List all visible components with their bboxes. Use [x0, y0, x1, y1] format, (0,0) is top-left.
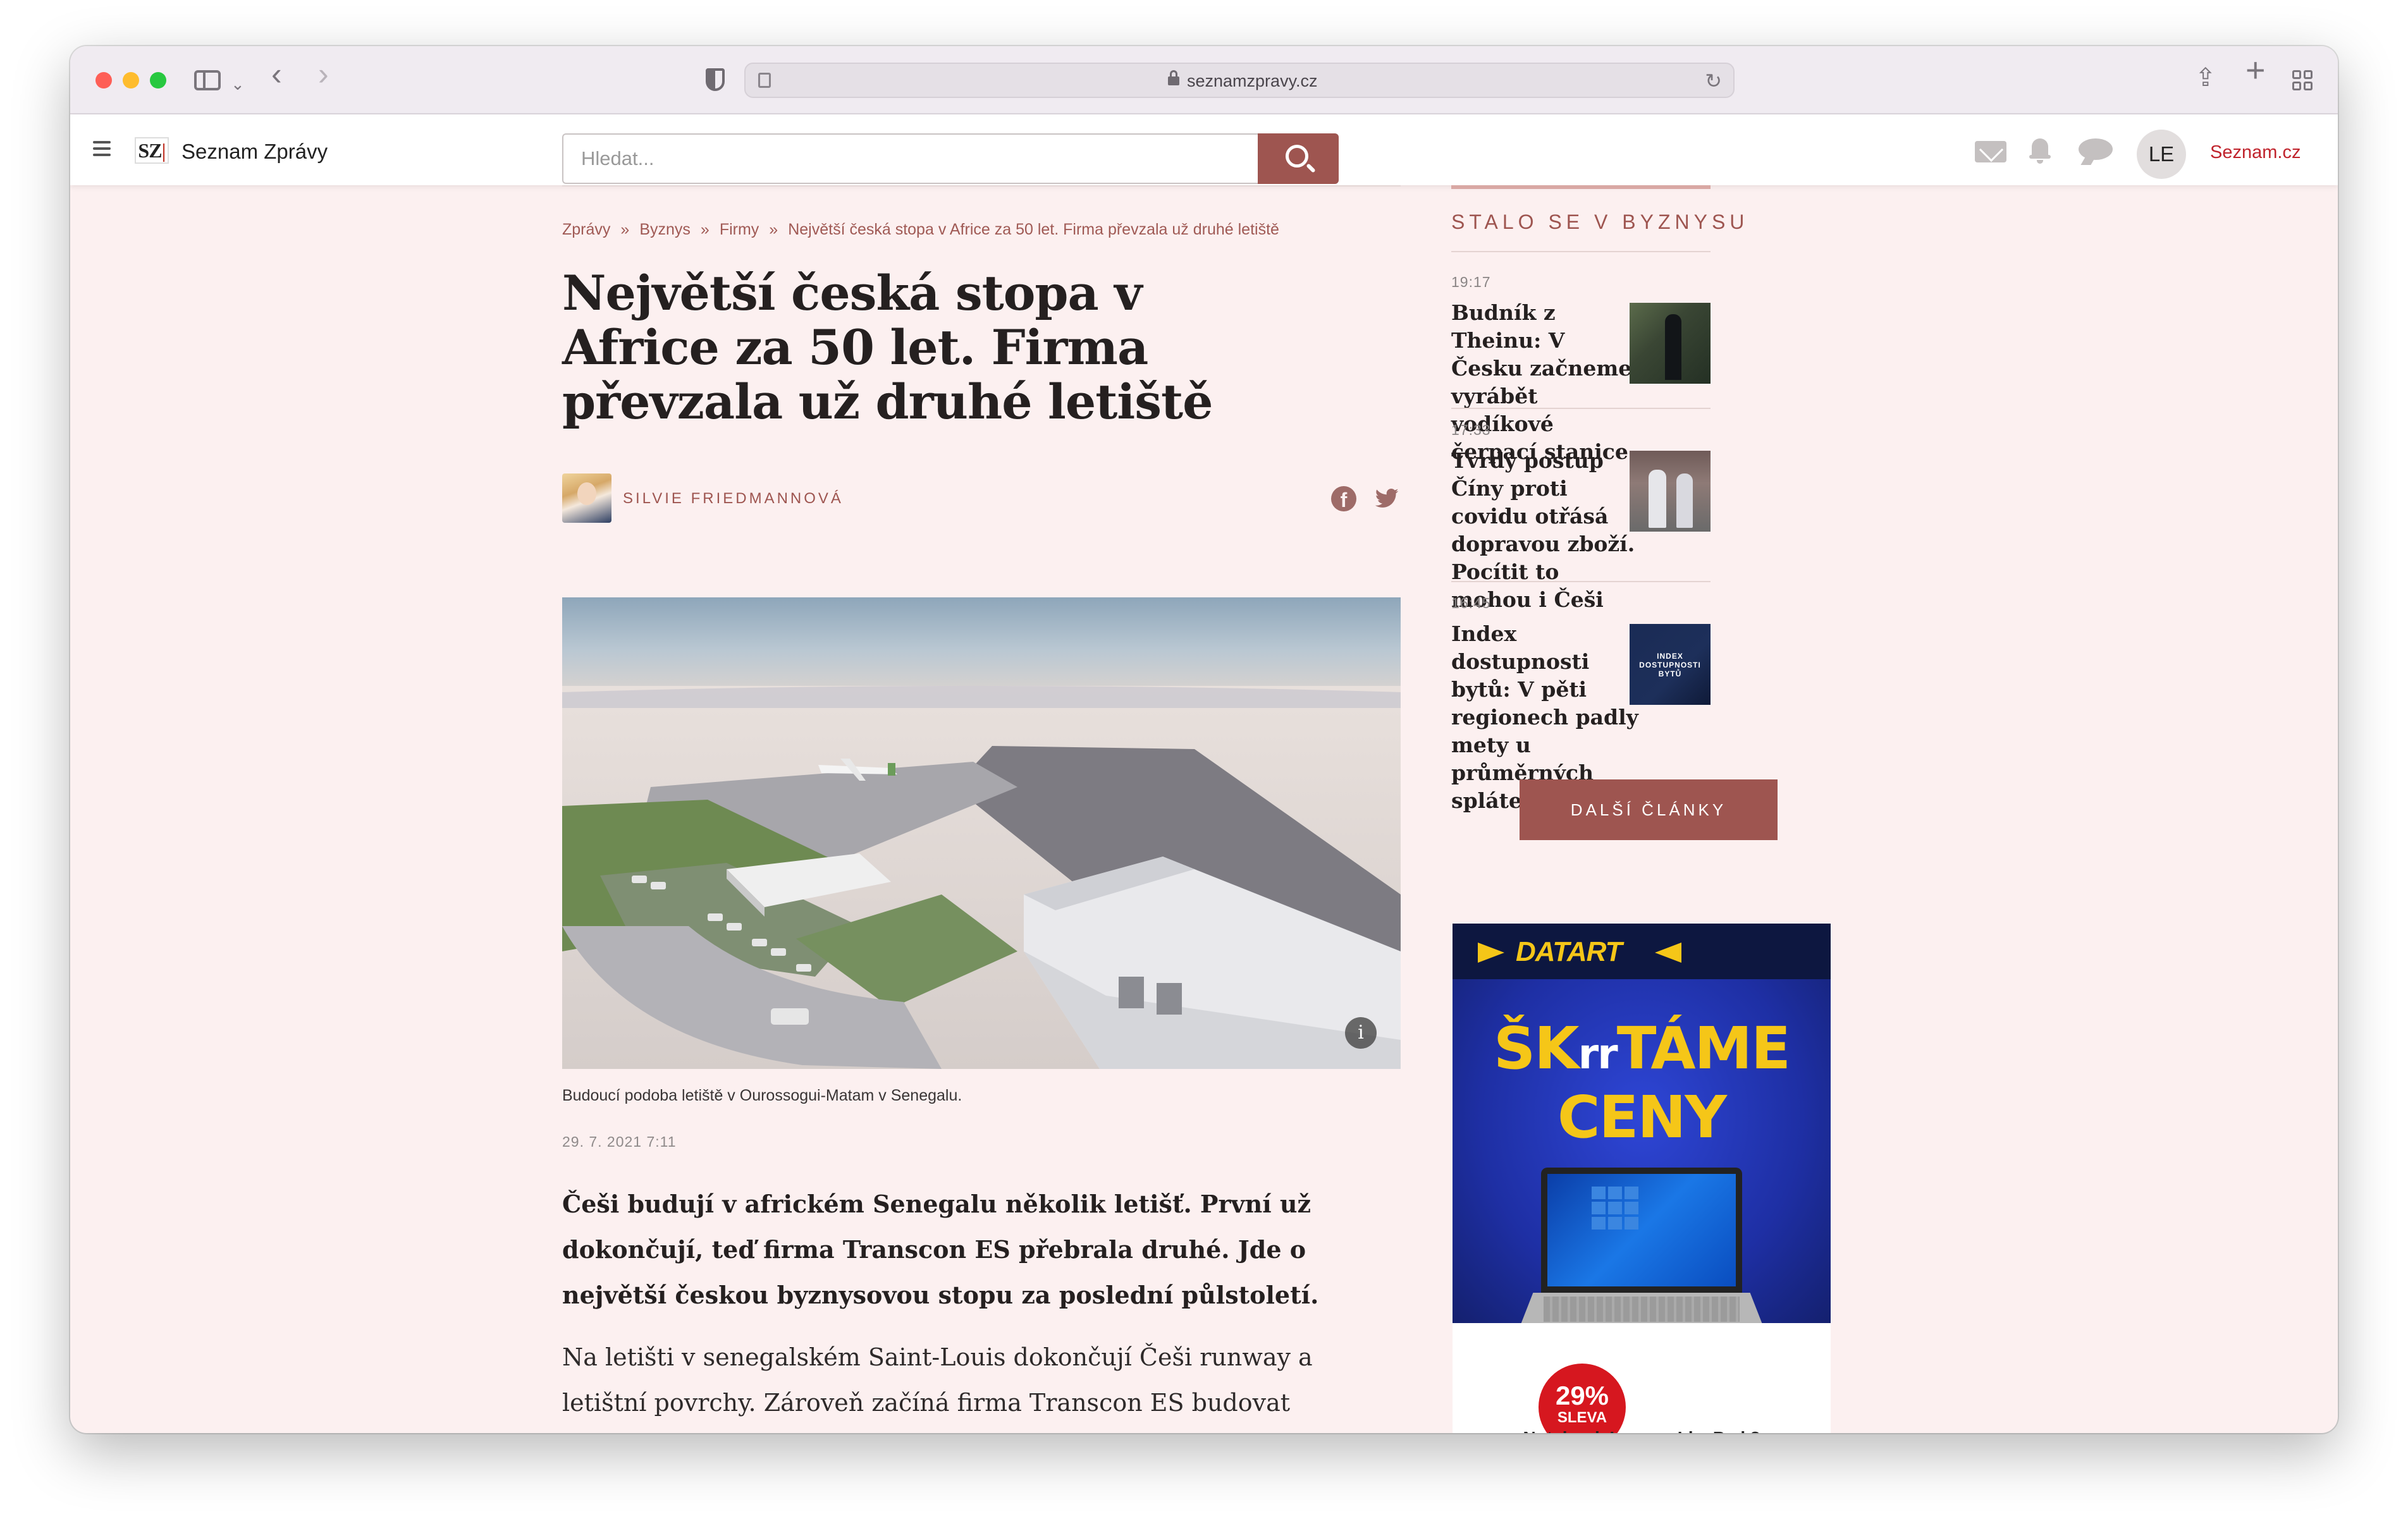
- article-thumbnail[interactable]: [1630, 303, 1711, 384]
- new-tab-button[interactable]: +: [2245, 53, 2266, 87]
- sidebar-article[interactable]: 19:17 Budník z Theinu: V Česku začneme v…: [1451, 274, 1711, 464]
- article-perex: Češi budují v africkém Senegalu několik …: [562, 1190, 1319, 1309]
- zoom-window-button[interactable]: [150, 72, 166, 89]
- url-text: seznamzpravy.cz: [1187, 71, 1318, 90]
- ad-product-name[interactable]: Notebook Lenovo IdeaPad 3: [1453, 1428, 1831, 1433]
- arrow-left-icon: [1655, 943, 1681, 963]
- breadcrumb-separator: »: [620, 221, 630, 238]
- user-avatar[interactable]: LE: [2137, 130, 2186, 179]
- publish-date: 29. 7. 2021 7:11: [562, 1133, 677, 1150]
- divider: [1451, 581, 1711, 582]
- thumbnail-text: INDEX DOSTUPNOSTI BYTŮ: [1639, 652, 1701, 678]
- menu-icon[interactable]: [93, 141, 111, 156]
- logo-text: SZ: [138, 139, 162, 162]
- more-articles-button[interactable]: DALŠÍ ČLÁNKY: [1520, 779, 1778, 840]
- breadcrumb-separator: »: [700, 221, 710, 238]
- sidebar-toggle-icon[interactable]: [194, 70, 221, 90]
- ad-headline: ŠKrrTÁME CENY: [1453, 1017, 1831, 1149]
- sidebar-article[interactable]: 16:45 Index dostupnosti bytů: V pěti reg…: [1451, 595, 1711, 813]
- twitter-share-icon[interactable]: [1373, 486, 1401, 511]
- breadcrumb: Zprávy » Byznys » Firmy » Největší česká stopa…: [562, 221, 1279, 239]
- ad-headline-part: ŠK: [1494, 1015, 1580, 1082]
- laptop-image: [1541, 1168, 1742, 1293]
- site-header: SZ| Seznam Zprávy LE Seznam.cz: [70, 114, 2338, 185]
- site-logo[interactable]: SZ|: [135, 137, 169, 164]
- article-time: 16:45: [1451, 595, 1491, 611]
- page-content: Zprávy » Byznys » Firmy » Největší česká stopa…: [70, 185, 2338, 1433]
- share-icon[interactable]: ⇪: [2195, 65, 2216, 90]
- article-thumbnail[interactable]: [1630, 451, 1711, 532]
- advertisement-banner[interactable]: DATART ŠKrrTÁME CENY 29% SLEVA N: [1453, 924, 1831, 1433]
- author-name[interactable]: SILVIE FRIEDMANNOVÁ: [623, 490, 844, 508]
- ad-headline-part: CENY: [1557, 1083, 1727, 1151]
- discount-percent: 29%: [1555, 1381, 1609, 1410]
- ad-header: DATART: [1453, 924, 1831, 979]
- breadcrumb-item[interactable]: Byznys: [639, 221, 691, 238]
- chevron-down-icon[interactable]: ⌄: [231, 71, 245, 97]
- discount-label: SLEVA: [1557, 1409, 1607, 1426]
- seznam-link[interactable]: Seznam.cz: [2210, 142, 2300, 163]
- ad-headline-part: TÁME: [1616, 1015, 1791, 1082]
- image-caption: Budoucí podoba letiště v Ourossogui-Mata…: [562, 1087, 962, 1104]
- article-title: Největší česká stopa v Africe za 50 let.…: [562, 265, 1213, 430]
- page-icon: [758, 73, 771, 88]
- article-time: 17:33: [1451, 422, 1491, 438]
- breadcrumb-item[interactable]: Firmy: [720, 221, 759, 238]
- article-hero-image[interactable]: i: [562, 597, 1401, 1069]
- address-bar[interactable]: seznamzpravy.cz ↻: [744, 63, 1735, 98]
- breadcrumb-item[interactable]: Největší česká stopa v Africe za 50 let.…: [788, 221, 1279, 238]
- sidebar-article[interactable]: 17:33 Tvrdý postup Číny proti covidu otř…: [1451, 422, 1711, 612]
- sidebar-article-title[interactable]: Tvrdý postup Číny proti covidu otřásá do…: [1451, 447, 1638, 614]
- divider: [562, 185, 1401, 186]
- airport-rendering: [562, 597, 1401, 1069]
- minimize-window-button[interactable]: [123, 72, 139, 89]
- chat-icon[interactable]: [2079, 138, 2113, 165]
- browser-window: ⌄ ‹ › seznamzpravy.cz ↻ ⇪ + SZ| Seznam Z…: [70, 46, 2338, 1433]
- arrow-right-icon: [1478, 943, 1504, 963]
- ad-brand-logo: DATART: [1516, 936, 1623, 967]
- article-thumbnail[interactable]: INDEX DOSTUPNOSTI BYTŮ: [1630, 624, 1711, 705]
- close-window-button[interactable]: [95, 72, 112, 89]
- tab-overview-icon[interactable]: [2292, 70, 2313, 90]
- facebook-share-icon[interactable]: f: [1331, 486, 1356, 511]
- article-time: 19:17: [1451, 274, 1491, 290]
- divider: [1451, 408, 1711, 409]
- reload-icon[interactable]: ↻: [1705, 69, 1722, 93]
- divider: [1451, 251, 1711, 252]
- sidebar-accent: [1451, 185, 1711, 189]
- back-button[interactable]: ‹: [271, 58, 282, 90]
- search-button[interactable]: [1258, 133, 1339, 184]
- mail-icon[interactable]: [1975, 141, 2006, 162]
- ad-headline-part: rr: [1578, 1030, 1618, 1078]
- author-avatar[interactable]: [562, 473, 611, 523]
- site-name[interactable]: Seznam Zprávy: [181, 140, 328, 164]
- breadcrumb-separator: »: [769, 221, 778, 238]
- lock-icon: [1168, 70, 1179, 87]
- article-body: Na letišti v senegalském Saint-Louis dok…: [562, 1343, 1313, 1417]
- breadcrumb-item[interactable]: Zprávy: [562, 221, 610, 238]
- image-info-button[interactable]: i: [1345, 1017, 1377, 1049]
- forward-button[interactable]: ›: [318, 58, 329, 90]
- search-icon: [1286, 145, 1308, 168]
- search-input[interactable]: [562, 133, 1259, 184]
- privacy-shield-icon[interactable]: [706, 68, 725, 91]
- bell-icon[interactable]: [2029, 137, 2051, 164]
- ad-footer: [1453, 1323, 1831, 1433]
- browser-toolbar: ⌄ ‹ › seznamzpravy.cz ↻ ⇪ +: [70, 46, 2338, 114]
- sidebar-heading: STALO SE V BYZNYSU: [1451, 211, 1749, 233]
